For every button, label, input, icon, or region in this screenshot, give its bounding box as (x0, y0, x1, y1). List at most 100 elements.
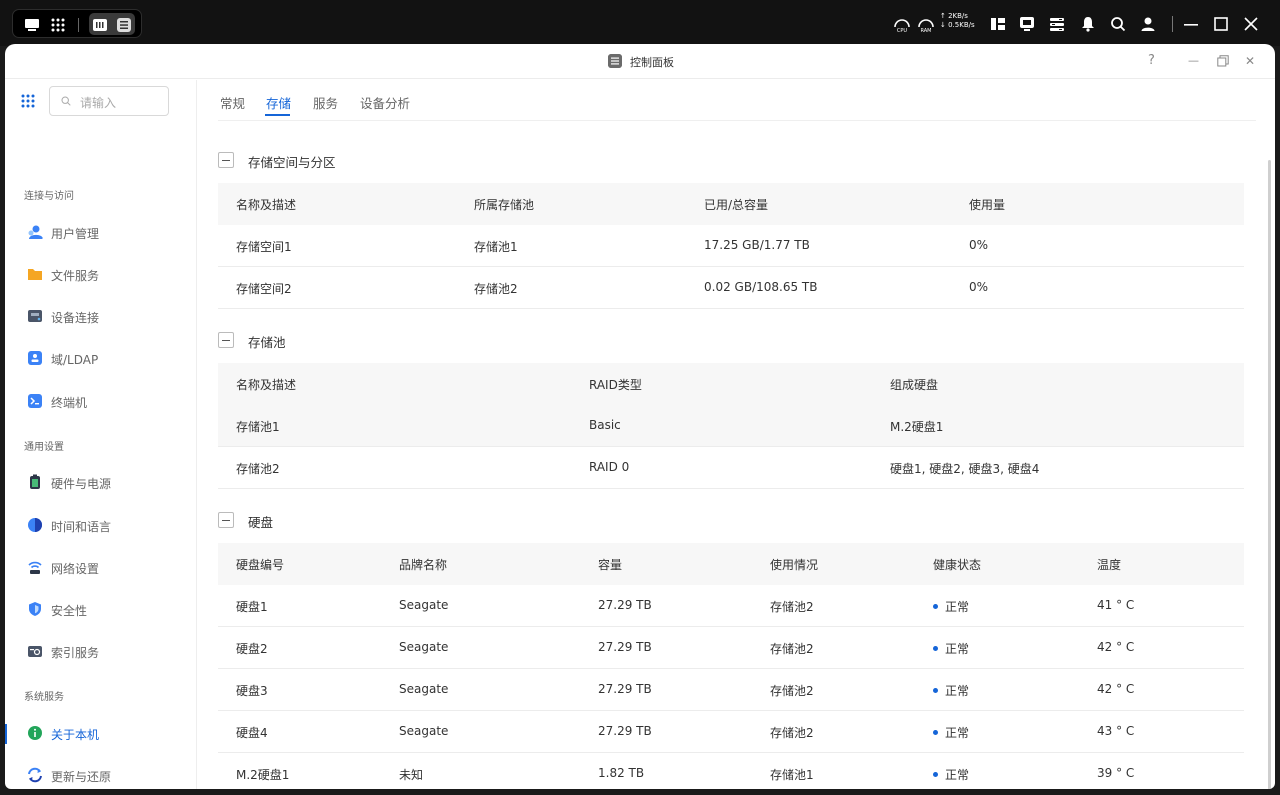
group-label-connection: 连接与访问 (24, 191, 74, 202)
tab-storage[interactable]: 存储 (266, 93, 291, 112)
table-row[interactable]: 硬盘4 Seagate 27.29 TB 存储池2 正常 43 ° C (218, 711, 1244, 753)
storage-manager-icon[interactable] (92, 17, 108, 33)
close-button[interactable]: ✕ (1245, 54, 1255, 68)
table-row[interactable]: 存储池1 Basic M.2硬盘1 (218, 405, 1244, 447)
apps-menu-icon[interactable] (21, 94, 35, 108)
task-list-icon[interactable] (1049, 16, 1065, 32)
tab-services[interactable]: 服务 (313, 93, 338, 112)
sidebar-item-about[interactable]: 关于本机 (5, 716, 196, 750)
monitor-icon[interactable] (1019, 16, 1035, 32)
active-tab-indicator (265, 114, 290, 116)
collapse-toggle[interactable] (218, 152, 234, 168)
column-header: 硬盘编号 (236, 558, 285, 572)
status-dot-icon (933, 646, 938, 651)
status-text: 正常 (945, 600, 970, 614)
sidebar-item-label: 文件服务 (51, 269, 100, 283)
table-row[interactable]: 存储空间1 存储池1 17.25 GB/1.77 TB 0% (218, 225, 1244, 267)
user-account-icon[interactable] (1140, 16, 1156, 32)
control-panel-taskbar-icon[interactable] (116, 17, 132, 33)
sidebar-item-network[interactable]: 网络设置 (5, 550, 196, 584)
column-header: 组成硬盘 (890, 378, 939, 392)
search-icon[interactable] (1110, 16, 1126, 32)
search-input[interactable]: 请输入 (49, 86, 169, 116)
tab-general[interactable]: 常规 (220, 93, 245, 112)
battery-power-icon (30, 474, 40, 489)
table-row[interactable]: 硬盘1 Seagate 27.29 TB 存储池2 正常 41 ° C (218, 585, 1244, 627)
app-grid-icon[interactable] (50, 17, 66, 33)
ram-monitor-icon[interactable]: RAM (917, 15, 935, 33)
sidebar-item-security[interactable]: 安全性 (5, 592, 196, 626)
table-cell: 存储池2 (474, 282, 518, 296)
svg-text:RAM: RAM (920, 28, 931, 33)
table-cell: 存储池2 (770, 684, 814, 698)
table-cell: 存储池2 (770, 726, 814, 740)
column-header: RAID类型 (589, 378, 642, 392)
collapse-toggle[interactable] (218, 332, 234, 348)
desktop-icon[interactable] (24, 17, 40, 33)
collapse-toggle[interactable] (218, 512, 234, 528)
table-header: 硬盘编号 品牌名称 容量 使用情况 健康状态 温度 (218, 543, 1244, 585)
tabs-divider (218, 120, 1256, 121)
search-icon (61, 96, 71, 106)
column-header: 健康状态 (933, 558, 982, 572)
table-cell: 硬盘1, 硬盘2, 硬盘3, 硬盘4 (890, 462, 1040, 476)
table-cell: 未知 (399, 768, 424, 782)
sidebar-item-user-management[interactable]: 用户管理 (5, 215, 196, 249)
table-cell: 存储池2 (770, 600, 814, 614)
net-upload: ↑ 2KB/s (940, 12, 968, 20)
sidebar-item-device-connection[interactable]: 设备连接 (5, 299, 196, 333)
terminal-icon (28, 394, 42, 408)
network-speed[interactable]: ↑ 2KB/s ↓ 0.5KB/s (940, 12, 975, 30)
cpu-monitor-icon[interactable]: CPU (893, 15, 911, 33)
sidebar-item-label: 网络设置 (51, 562, 100, 576)
sidebar-item-label: 设备连接 (51, 311, 100, 325)
column-header: 温度 (1097, 558, 1122, 572)
table-header: 名称及描述 所属存储池 已用/总容量 使用量 (218, 183, 1244, 225)
column-header: 已用/总容量 (704, 198, 769, 212)
notification-bell-icon[interactable] (1080, 16, 1096, 32)
taskbar-app-group (12, 9, 142, 38)
health-status: 正常 (933, 598, 969, 615)
table-cell: M.2硬盘1 (890, 420, 944, 434)
sidebar-item-hardware-power[interactable]: 硬件与电源 (5, 465, 196, 499)
window-title: 控制面板 (630, 56, 674, 69)
help-button[interactable]: ? (1148, 54, 1155, 68)
widget-panel-icon[interactable] (990, 16, 1006, 32)
column-header: 使用情况 (770, 558, 819, 572)
table-cell: 硬盘2 (236, 642, 268, 656)
section-title: 存储空间与分区 (248, 155, 336, 170)
restore-icon[interactable] (1217, 55, 1229, 67)
sidebar-item-ldap[interactable]: 域/LDAP (5, 341, 196, 375)
table-cell: 存储池1 (770, 768, 814, 782)
close-all-icon[interactable] (1243, 16, 1259, 32)
table-row[interactable]: 硬盘2 Seagate 27.29 TB 存储池2 正常 42 ° C (218, 627, 1244, 669)
table-row[interactable]: 存储空间2 存储池2 0.02 GB/108.65 TB 0% (218, 267, 1244, 309)
minimize-button[interactable]: — (1188, 54, 1199, 68)
sidebar-item-label: 索引服务 (51, 646, 100, 660)
device-connection-icon (28, 310, 42, 322)
health-status: 正常 (933, 724, 969, 741)
vertical-scrollbar[interactable] (1268, 160, 1271, 789)
taskbar-separator (1172, 16, 1173, 32)
minimize-all-icon[interactable] (1183, 16, 1199, 32)
tab-device-analysis[interactable]: 设备分析 (360, 93, 410, 112)
window-titlebar[interactable]: 控制面板 ? — ✕ (5, 44, 1275, 79)
table-header: 名称及描述 RAID类型 组成硬盘 (218, 363, 1244, 405)
disk-table: 硬盘编号 品牌名称 容量 使用情况 健康状态 温度 硬盘1 Seagate 27… (218, 543, 1244, 789)
sidebar-item-update-restore[interactable]: 更新与还原 (5, 758, 196, 789)
sidebar-item-time-language[interactable]: 时间和语言 (5, 508, 196, 542)
system-taskbar: CPU RAM ↑ 2KB/s ↓ 0.5KB/s (0, 0, 1280, 46)
column-header: 品牌名称 (399, 558, 448, 572)
sidebar-item-file-service[interactable]: 文件服务 (5, 257, 196, 291)
table-cell: RAID 0 (589, 460, 630, 474)
table-row[interactable]: 硬盘3 Seagate 27.29 TB 存储池2 正常 42 ° C (218, 669, 1244, 711)
table-row[interactable]: M.2硬盘1 未知 1.82 TB 存储池1 正常 39 ° C (218, 753, 1244, 789)
sidebar-item-index-service[interactable]: 索引服务 (5, 634, 196, 668)
table-cell: Seagate (399, 724, 449, 738)
table-cell: M.2硬盘1 (236, 768, 290, 782)
sidebar-item-terminal[interactable]: 终端机 (5, 384, 196, 418)
health-status: 正常 (933, 682, 969, 699)
column-header: 所属存储池 (474, 198, 535, 212)
maximize-icon[interactable] (1213, 16, 1229, 32)
table-row[interactable]: 存储池2 RAID 0 硬盘1, 硬盘2, 硬盘3, 硬盘4 (218, 447, 1244, 489)
